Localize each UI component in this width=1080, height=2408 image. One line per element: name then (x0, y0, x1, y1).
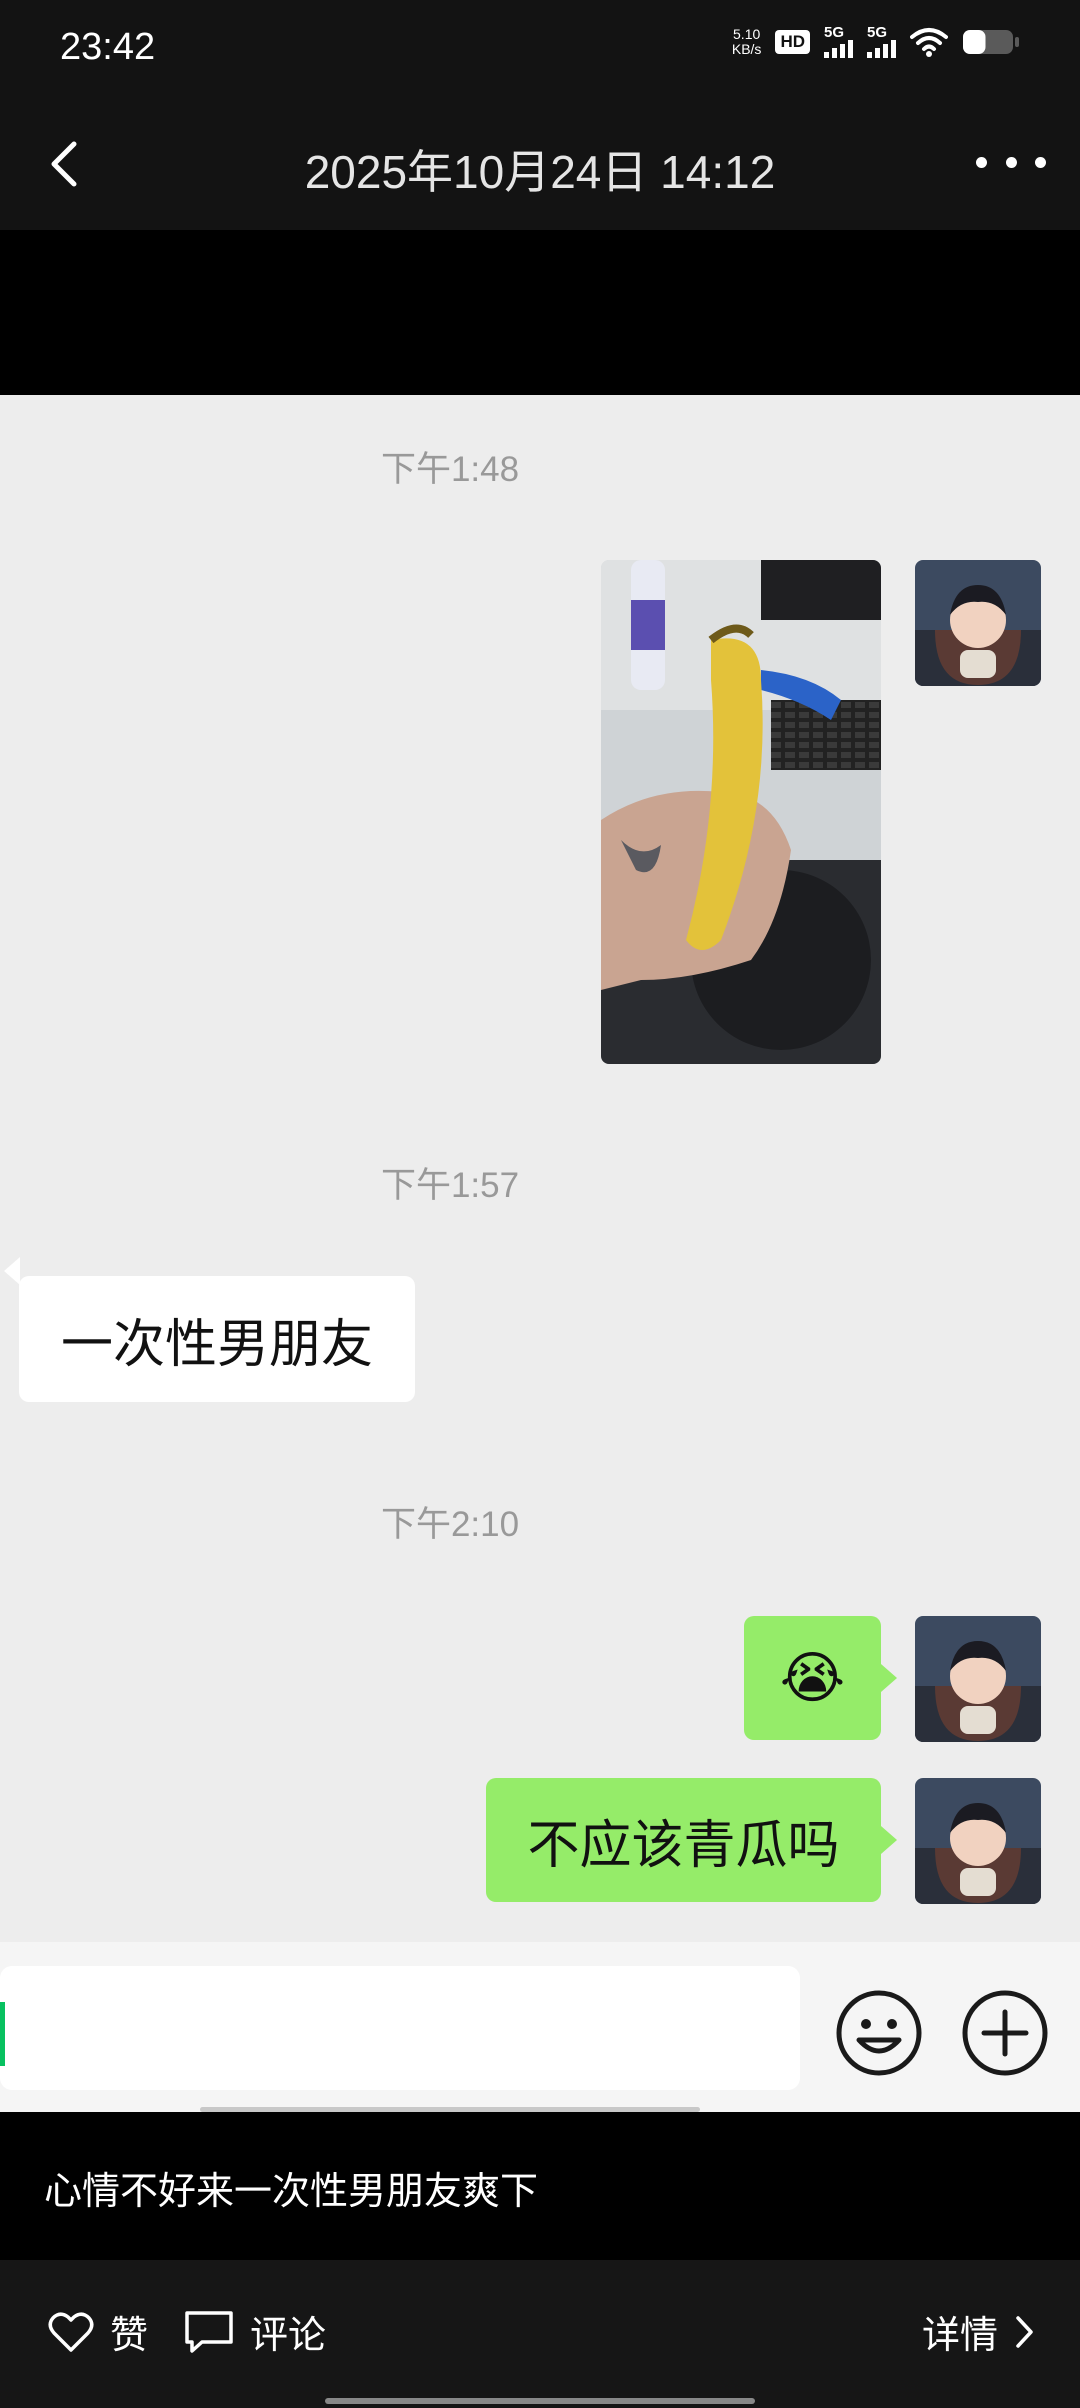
emoji-icon[interactable] (834, 1988, 924, 2078)
plus-icon[interactable] (960, 1988, 1050, 2078)
avatar-image (915, 1616, 1041, 1742)
avatar-image (915, 1778, 1041, 1904)
timestamp: 下午1:57 (380, 1166, 520, 1205)
heart-icon (48, 2312, 94, 2352)
comment-button[interactable]: 评论 (184, 2304, 326, 2359)
network-type-label: 5G (867, 24, 888, 41)
chat-area[interactable]: 下午1:48 下午1:57 一次性男朋友 下午2:10 😭 不应该青瓜吗 (0, 395, 1080, 1942)
emoji-text: 😭 (779, 1645, 846, 1711)
text-cursor (0, 2002, 5, 2066)
avatar[interactable] (915, 560, 1041, 686)
message-input[interactable] (0, 1966, 800, 2090)
battery-icon (963, 30, 1019, 54)
more-dot (976, 156, 987, 168)
status-icons: 5.10 KB/s HD 5G 5G (732, 24, 1020, 58)
status-time: 23:42 (60, 26, 156, 68)
net-speed-unit: KB/s (731, 41, 762, 57)
more-dot (1035, 156, 1046, 168)
post-caption: 心情不好来一次性男朋友爽下 (0, 2112, 1080, 2260)
details-button[interactable]: 详情 (922, 2304, 1036, 2359)
image-message[interactable] (601, 560, 881, 1064)
message-text: 不应该青瓜吗 (527, 1815, 840, 1876)
chevron-right-icon (1016, 2315, 1033, 2348)
avatar-image (915, 560, 1041, 686)
incoming-message[interactable]: 一次性男朋友 (19, 1276, 415, 1402)
status-bar: 23:42 5.10 KB/s HD 5G 5G (0, 0, 1080, 96)
page-title: 2025年10月24日 14:12 (304, 146, 776, 198)
comment-label: 评论 (250, 2313, 327, 2357)
network-type-label: 5G (824, 24, 845, 41)
wifi-icon (910, 28, 948, 57)
comment-icon (185, 2310, 233, 2353)
hd-icon: HD (775, 30, 810, 54)
bubble-tail (4, 1257, 20, 1285)
input-bar (0, 1942, 1080, 2112)
home-indicator[interactable] (325, 2398, 755, 2404)
avatar[interactable] (915, 1778, 1041, 1904)
more-dot (1005, 156, 1017, 168)
more-icon[interactable] (976, 144, 1046, 180)
message-text: 一次性男朋友 (60, 1314, 373, 1375)
header-spacer (0, 230, 1080, 395)
timestamp: 下午1:48 (380, 450, 520, 489)
caption-text: 心情不好来一次性男朋友爽下 (44, 2169, 539, 2213)
outgoing-message[interactable]: 不应该青瓜吗 (486, 1778, 881, 1902)
signal-icon-sim2: 5G (867, 24, 896, 58)
action-bar: 赞 评论 详情 (0, 2260, 1080, 2408)
details-label: 详情 (922, 2313, 999, 2357)
chat-header: 2025年10月24日 14:12 (0, 96, 1080, 230)
signal-icon-sim1: 5G (824, 24, 853, 58)
avatar[interactable] (915, 1616, 1041, 1742)
like-button[interactable]: 赞 (48, 2304, 148, 2359)
bubble-tail (881, 1826, 897, 1854)
banana-photo (601, 560, 881, 1064)
bubble-tail (881, 1664, 897, 1692)
timestamp: 下午2:10 (380, 1505, 520, 1544)
signal-bars (824, 40, 853, 58)
like-label: 赞 (110, 2313, 149, 2357)
outgoing-emoji-message[interactable]: 😭 (744, 1616, 881, 1740)
net-speed-value: 5.10 (733, 26, 761, 42)
net-speed: 5.10 KB/s (732, 27, 762, 57)
signal-bars (867, 40, 896, 58)
